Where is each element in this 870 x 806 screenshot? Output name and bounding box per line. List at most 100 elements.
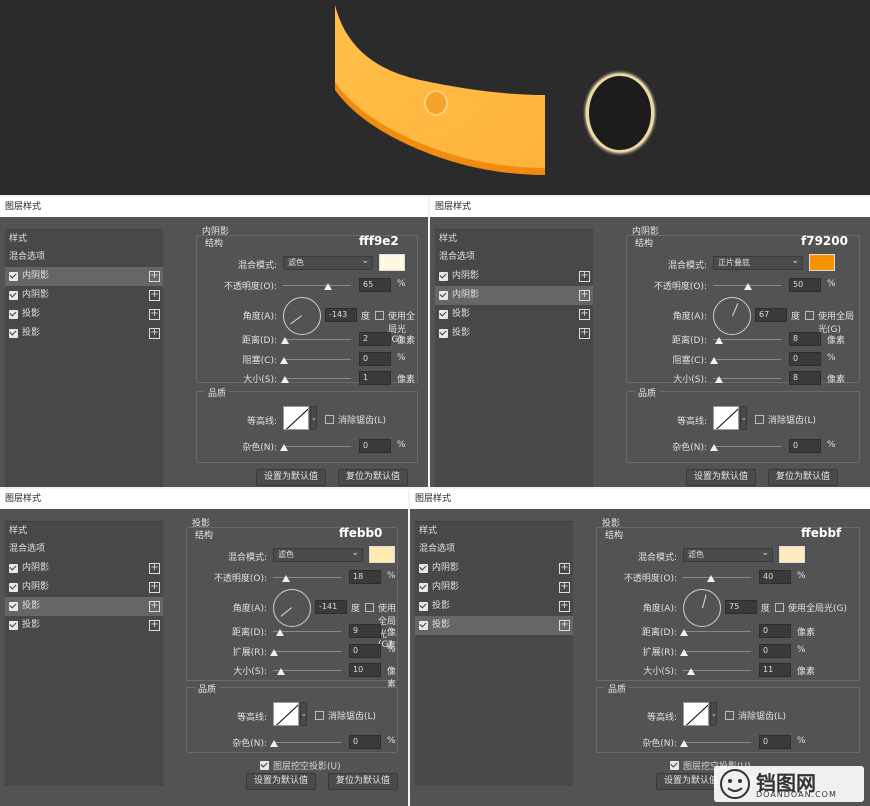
add-icon[interactable]: + <box>579 328 590 339</box>
angle-dial[interactable] <box>683 589 721 627</box>
choke-slider-thumb[interactable] <box>280 357 288 364</box>
antialias-checkbox[interactable] <box>325 415 334 424</box>
noise-input[interactable]: 0 <box>789 439 821 453</box>
knockout-checkbox[interactable] <box>260 761 269 770</box>
distance-slider-thumb[interactable] <box>680 629 688 636</box>
distance-slider-track[interactable] <box>283 339 351 340</box>
reset-default-button[interactable]: 复位为默认值 <box>768 469 838 486</box>
global-light-checkbox[interactable] <box>775 603 784 612</box>
checkbox-checked-icon[interactable] <box>9 272 18 281</box>
antialias-checkbox[interactable] <box>725 711 734 720</box>
style-item-1[interactable]: 内阴影 + <box>435 286 593 305</box>
antialias-checkbox[interactable] <box>315 711 324 720</box>
style-item-1[interactable]: 内阴影 + <box>5 578 163 597</box>
noise-slider-track[interactable] <box>713 446 781 447</box>
add-icon[interactable]: + <box>579 290 590 301</box>
spread-slider-track[interactable] <box>683 651 751 652</box>
opacity-slider-thumb[interactable] <box>282 575 291 582</box>
add-icon[interactable]: + <box>149 290 160 301</box>
style-item-0[interactable]: 内阴影 + <box>415 559 573 578</box>
add-icon[interactable]: + <box>149 328 160 339</box>
style-item-3[interactable]: 投影 + <box>415 616 573 635</box>
distance-slider-track[interactable] <box>683 631 751 632</box>
choke-input[interactable]: 0 <box>789 352 821 366</box>
angle-input[interactable]: -143 <box>325 308 357 322</box>
angle-dial[interactable] <box>273 589 311 627</box>
style-item-2[interactable]: 投影 + <box>5 305 163 324</box>
reset-default-button[interactable]: 复位为默认值 <box>328 773 398 790</box>
size-slider-track[interactable] <box>283 378 351 379</box>
checkbox-checked-icon[interactable] <box>439 291 448 300</box>
reset-default-button[interactable]: 复位为默认值 <box>338 469 408 486</box>
contour-preview[interactable] <box>283 406 309 430</box>
blend-mode-select[interactable]: 滤色 <box>683 547 773 562</box>
global-light-checkbox[interactable] <box>365 603 374 612</box>
global-light-checkbox[interactable] <box>805 311 814 320</box>
style-item-3[interactable]: 投影 + <box>435 324 593 343</box>
set-default-button[interactable]: 设置为默认值 <box>686 469 756 486</box>
add-icon[interactable]: + <box>149 563 160 574</box>
checkbox-checked-icon[interactable] <box>439 272 448 281</box>
add-icon[interactable]: + <box>149 309 160 320</box>
distance-slider-thumb[interactable] <box>281 337 290 344</box>
noise-slider-thumb[interactable] <box>710 444 718 451</box>
contour-dropdown[interactable]: ⌄ <box>740 406 747 430</box>
spread-input[interactable]: 0 <box>759 644 791 658</box>
spread-slider-thumb[interactable] <box>270 649 278 656</box>
opacity-input[interactable]: 40 <box>759 570 791 584</box>
checkbox-checked-icon[interactable] <box>9 329 18 338</box>
add-icon[interactable]: + <box>149 620 160 631</box>
angle-input[interactable]: 67 <box>755 308 787 322</box>
set-default-button[interactable]: 设置为默认值 <box>256 469 326 486</box>
knockout-checkbox[interactable] <box>670 761 679 770</box>
style-item-0[interactable]: 内阴影 + <box>5 559 163 578</box>
choke-slider-track[interactable] <box>713 359 781 360</box>
checkbox-checked-icon[interactable] <box>419 564 428 573</box>
checkbox-checked-icon[interactable] <box>419 621 428 630</box>
style-item-2[interactable]: 投影 + <box>5 597 163 616</box>
opacity-slider-thumb[interactable] <box>744 283 752 290</box>
blend-options-item[interactable]: 混合选项 <box>415 540 573 559</box>
size-slider-thumb[interactable] <box>715 376 724 383</box>
color-swatch[interactable] <box>779 546 805 563</box>
contour-preview[interactable] <box>713 406 739 430</box>
distance-input[interactable]: 9 <box>349 624 381 638</box>
add-icon[interactable]: + <box>149 601 160 612</box>
checkbox-checked-icon[interactable] <box>9 564 18 573</box>
size-input[interactable]: 10 <box>349 663 381 677</box>
opacity-slider-thumb[interactable] <box>324 283 333 290</box>
contour-preview[interactable] <box>273 702 299 726</box>
add-icon[interactable]: + <box>149 582 160 593</box>
size-slider-thumb[interactable] <box>280 376 289 383</box>
noise-slider-thumb[interactable] <box>680 740 688 747</box>
size-input[interactable]: 11 <box>759 663 791 677</box>
distance-input[interactable]: 2 <box>359 332 391 346</box>
add-icon[interactable]: + <box>559 563 570 574</box>
blend-mode-select[interactable]: 滤色 <box>283 255 373 270</box>
blend-options-item[interactable]: 混合选项 <box>5 248 163 267</box>
antialias-checkbox[interactable] <box>755 415 764 424</box>
size-slider-thumb[interactable] <box>276 668 285 675</box>
noise-slider-track[interactable] <box>283 446 351 447</box>
checkbox-checked-icon[interactable] <box>9 602 18 611</box>
choke-slider-track[interactable] <box>283 359 351 360</box>
distance-input[interactable]: 8 <box>789 332 821 346</box>
style-item-3[interactable]: 投影 + <box>5 324 163 343</box>
add-icon[interactable]: + <box>559 601 570 612</box>
style-item-3[interactable]: 投影 + <box>5 616 163 635</box>
distance-slider-thumb[interactable] <box>715 337 724 344</box>
checkbox-checked-icon[interactable] <box>419 602 428 611</box>
checkbox-checked-icon[interactable] <box>9 291 18 300</box>
size-input[interactable]: 8 <box>789 371 821 385</box>
blend-mode-select[interactable]: 正片叠底 <box>713 255 803 270</box>
color-swatch[interactable] <box>379 254 405 271</box>
checkbox-checked-icon[interactable] <box>9 310 18 319</box>
size-slider-thumb[interactable] <box>687 668 696 675</box>
noise-input[interactable]: 0 <box>359 439 391 453</box>
add-icon[interactable]: + <box>149 271 160 282</box>
checkbox-checked-icon[interactable] <box>439 310 448 319</box>
opacity-slider-track[interactable] <box>683 577 751 578</box>
noise-input[interactable]: 0 <box>759 735 791 749</box>
angle-input[interactable]: -141 <box>315 600 347 614</box>
noise-slider-thumb[interactable] <box>280 444 288 451</box>
